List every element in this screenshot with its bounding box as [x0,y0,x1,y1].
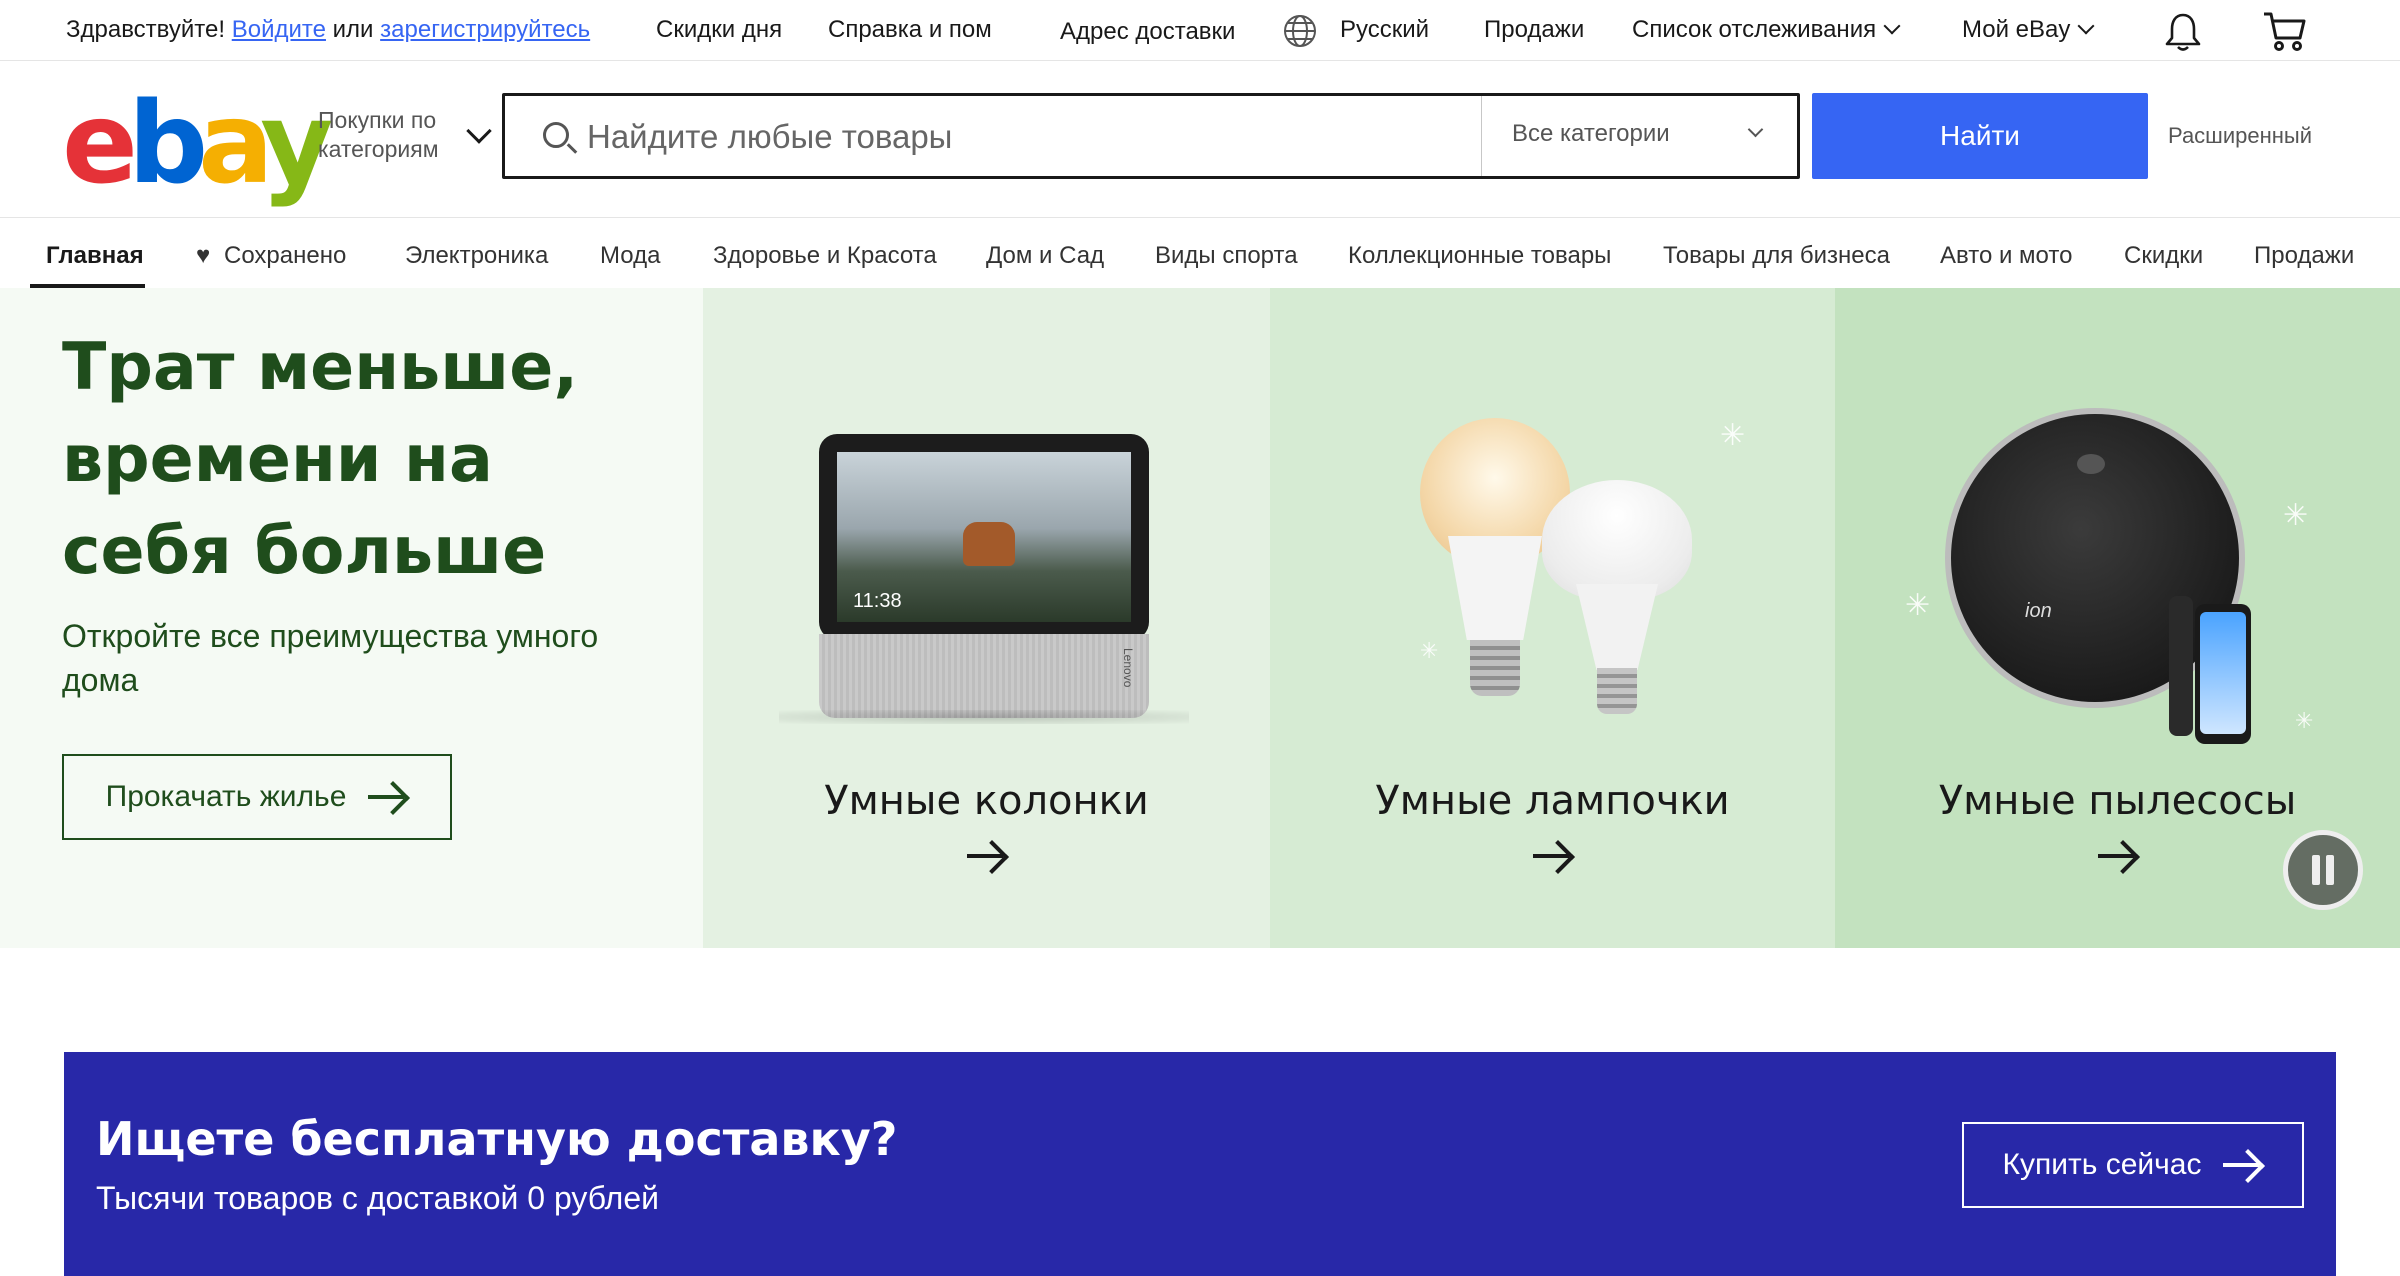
cart-icon[interactable] [2262,10,2306,59]
dog-image [963,522,1015,566]
smart-bulbs-image [1420,418,1700,748]
arrow-right-icon [2097,840,2138,872]
nav-item-fashion[interactable]: Мода [600,242,660,270]
logo-letter-y: y [260,79,333,209]
nav-item-home-garden[interactable]: Дом и Сад [986,242,1104,270]
category-nav: Главная Сохранено Электроника Мода Здоро… [0,218,2400,288]
hero-title: Трат меньше, времени на себя больше [62,330,579,589]
panel-smart-speakers[interactable]: 11:38 Lenovo Умные колонки [703,288,1270,948]
nav-item-saved-label: Сохранено [224,242,347,269]
robot-vacuum-image: ion [1945,388,2305,748]
vacuum-brand: ion [2025,600,2052,622]
daily-deals-link[interactable]: Скидки дня [656,16,782,44]
phone-image [2195,604,2251,744]
nav-item-home[interactable]: Главная [46,242,144,270]
heart-icon [196,242,214,270]
chevron-down-icon[interactable] [466,118,492,144]
speaker-base [819,634,1149,718]
nav-item-saved[interactable]: Сохранено [196,242,346,270]
ebay-logo[interactable]: ebay [62,88,333,200]
greeting: Здравствуйте! Войдите или зарегистрируйт… [66,16,590,44]
speaker-brand: Lenovo [1121,648,1135,688]
nav-item-collectibles[interactable]: Коллекционные товары [1348,242,1611,270]
bell-icon[interactable] [2164,12,2202,59]
hero-cta-label: Прокачать жилье [105,780,347,813]
my-ebay-label: Мой eBay [1962,16,2071,43]
chevron-down-icon [2077,17,2095,35]
watchlist-label: Список отслеживания [1632,16,1877,43]
search-bar: Все категории [502,93,1800,179]
signin-link[interactable]: Войдите [232,16,326,43]
logo-letter-e: e [62,79,138,209]
globe-icon[interactable] [1283,14,1317,55]
nav-item-electronics[interactable]: Электроника [405,242,548,270]
sell-link[interactable]: Продажи [1484,16,1584,44]
hero-cta-button[interactable]: Прокачать жилье [62,754,452,840]
advanced-search-link[interactable]: Расширенный [2168,123,2312,149]
greeting-text: Здравствуйте! [66,16,226,43]
search-button[interactable]: Найти [1812,93,2148,179]
search-icon [543,122,569,148]
panel-label: Умные колонки [824,778,1149,824]
chevron-down-icon [1747,121,1764,138]
nav-item-sports[interactable]: Виды спорта [1155,242,1298,270]
chevron-down-icon [1883,17,1901,35]
search-input[interactable] [587,108,1447,166]
panel-smart-bulbs[interactable]: ✳ ✳ Умные лампочки [1270,288,1835,948]
arrow-right-icon [368,781,408,813]
shop-now-button[interactable]: Купить сейчас [1962,1122,2304,1208]
nav-item-sell[interactable]: Продажи [2254,242,2354,270]
nav-item-deals[interactable]: Скидки [2124,242,2203,270]
hero-banner: Трат меньше, времени на себя больше Откр… [0,288,2400,948]
ship-to-link[interactable]: Адрес доставки [1060,18,1235,46]
speaker-clock: 11:38 [853,590,902,612]
arrow-right-icon [966,840,1007,872]
panel-label: Умные лампочки [1375,778,1730,824]
promo-title: Ищете бесплатную доставку? [96,1112,898,1166]
header: ebay Покупки по категориям Все категории… [0,62,2400,218]
pause-icon[interactable] [2283,830,2363,910]
top-utility-bar: Здравствуйте! Войдите или зарегистрируйт… [0,0,2400,61]
free-shipping-banner: Ищете бесплатную доставку? Тысячи товаро… [64,1052,2336,1276]
sparkle-icon: ✳ [1905,589,1931,622]
panel-label: Умные пылесосы [1938,778,2297,824]
or-text: или [332,16,374,43]
speaker-shadow [779,710,1189,724]
language-link[interactable]: Русский [1340,16,1429,44]
category-select[interactable]: Все категории [1481,96,1797,176]
my-ebay-menu[interactable]: Мой eBay [1962,16,2095,44]
vacuum-button [2077,454,2105,474]
logo-letter-a: a [198,79,270,209]
shop-now-label: Купить сейчас [2002,1148,2202,1181]
watchlist-menu[interactable]: Список отслеживания [1632,16,1901,44]
shop-by-category-button[interactable]: Покупки по категориям [318,106,464,164]
register-link[interactable]: зарегистрируйтесь [380,16,590,43]
category-select-value: Все категории [1512,120,1670,147]
help-link[interactable]: Справка и пом [828,16,992,44]
sparkle-icon: ✳ [1720,419,1746,452]
hero-subtitle: Откройте все преимущества умного дома [62,618,599,698]
nav-item-motors[interactable]: Авто и мото [1940,242,2072,270]
nav-item-health-beauty[interactable]: Здоровье и Красота [713,242,937,270]
arrow-right-icon [1532,840,1573,872]
logo-letter-b: b [127,79,208,209]
remote-image [2169,596,2193,736]
smart-speaker-image: 11:38 Lenovo [779,434,1189,724]
arrow-right-icon [2223,1149,2263,1181]
nav-item-business[interactable]: Товары для бизнеса [1663,242,1890,270]
promo-subtitle: Тысячи товаров с доставкой 0 рублей [96,1180,660,1216]
